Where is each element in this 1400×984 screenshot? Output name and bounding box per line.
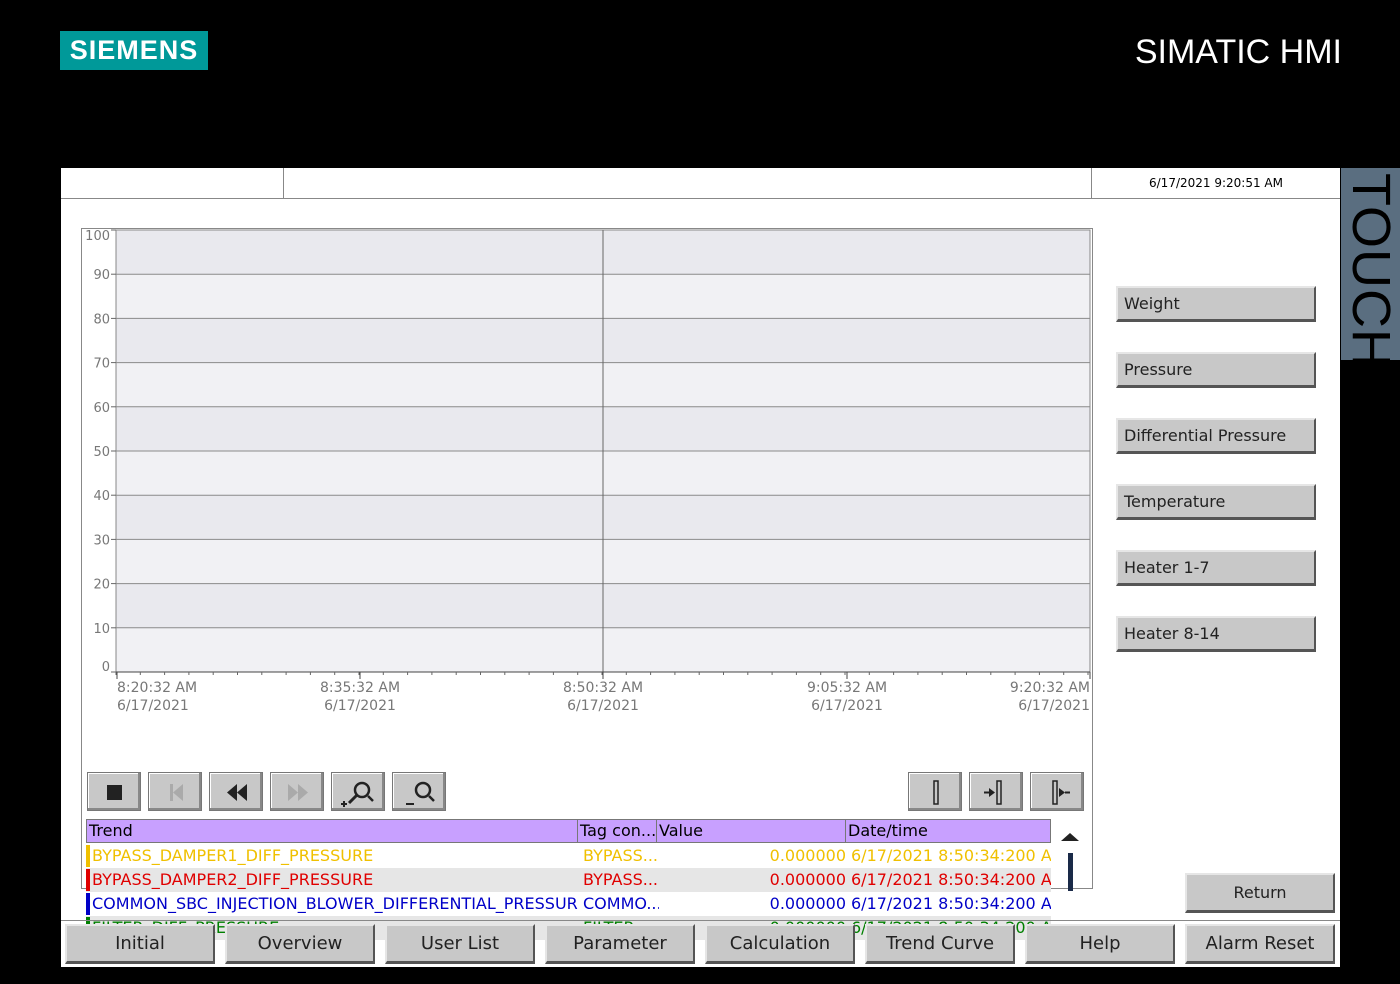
first-button[interactable]	[148, 772, 202, 811]
legend-row[interactable]: BYPASS_DAMPER1_DIFF_PRESSURE BYPASS... 0.0…	[86, 844, 1051, 868]
x-tick-time-label: 9:05:32 AM	[807, 680, 887, 696]
legend-header-trend[interactable]: Trend	[86, 819, 578, 843]
stop-icon	[107, 785, 122, 800]
heater-8-14-button[interactable]: Heater 8-14	[1116, 616, 1316, 652]
y-tick-label: 30	[93, 533, 110, 548]
zoom-out-button[interactable]	[392, 772, 446, 811]
weight-button[interactable]: Weight	[1116, 286, 1316, 322]
y-tick-label: 80	[93, 312, 110, 327]
legend-trend-name: BYPASS_DAMPER1_DIFF_PRESSURE	[92, 846, 374, 865]
legend-header-datetime[interactable]: Date/time	[845, 819, 1051, 843]
nav-parameter-button[interactable]: Parameter	[545, 924, 695, 964]
nav-help-button[interactable]: Help	[1025, 924, 1175, 964]
header-datetime: 6/17/2021 9:20:51 AM	[1149, 176, 1283, 190]
x-tick-date-label: 6/17/2021	[117, 698, 189, 714]
y-tick-label: 40	[93, 489, 110, 504]
x-tick-date-label: 6/17/2021	[324, 698, 396, 714]
temperature-button[interactable]: Temperature	[1116, 484, 1316, 520]
legend-header-value[interactable]: Value	[656, 819, 846, 843]
forward-icon	[288, 784, 308, 801]
trend-chart[interactable]: 10090807060504030201008:20:32 AM6/17/202…	[82, 229, 1092, 769]
hmi-screen: 6/17/2021 9:20:51 AM 100 90 80 70 60 50 40 30 20…	[61, 168, 1340, 967]
ruler-icon	[933, 780, 939, 805]
ruler-right-button[interactable]	[1030, 772, 1084, 811]
forward-button[interactable]	[270, 772, 324, 811]
zoom-out-icon	[406, 781, 435, 805]
x-tick-time-label: 8:20:32 AM	[117, 680, 197, 696]
legend-header-tag[interactable]: Tag con...	[577, 819, 657, 843]
legend-color-swatch	[86, 893, 90, 915]
legend-datetime: 6/17/2021 8:50:34:200 AM	[851, 894, 1051, 913]
heater-1-7-button[interactable]: Heater 1-7	[1116, 550, 1316, 586]
scroll-up-icon[interactable]	[1061, 833, 1079, 841]
legend-datetime: 6/17/2021 8:50:34:200 AM	[851, 870, 1051, 889]
header-cell-2	[284, 168, 1092, 198]
y-tick-label: 50	[93, 445, 110, 460]
touch-side-label: TOUCH	[1341, 168, 1400, 370]
ruler-button[interactable]	[908, 772, 962, 811]
product-title: SIMATIC HMI	[1134, 33, 1342, 71]
zoom-in-icon	[341, 781, 374, 807]
ruler-right-icon	[1052, 780, 1070, 805]
legend-tag-connection: BYPASS...	[583, 846, 659, 865]
legend-tag-connection: BYPASS...	[583, 870, 659, 889]
zoom-in-button[interactable]	[331, 772, 385, 811]
header-bar: 6/17/2021 9:20:51 AM	[61, 168, 1340, 199]
legend-color-swatch	[86, 869, 90, 891]
y-tick-label: 10	[93, 622, 110, 637]
legend-trend-name: BYPASS_DAMPER2_DIFF_PRESSURE	[92, 870, 374, 889]
y-tick-label: 20	[93, 578, 110, 593]
x-tick-date-label: 6/17/2021	[811, 698, 883, 714]
siemens-logo: SIEMENS	[60, 31, 208, 70]
legend-row[interactable]: BYPASS_DAMPER2_DIFF_PRESSURE BYPASS... 0.0…	[86, 868, 1051, 892]
nav-user-list-button[interactable]: User List	[385, 924, 535, 964]
nav-initial-button[interactable]: Initial	[65, 924, 215, 964]
x-tick-date-label: 6/17/2021	[1018, 698, 1090, 714]
legend-trend-name: COMMON_SBC_INJECTION_BLOWER_DIFFERENTIAL…	[92, 894, 578, 913]
first-icon	[170, 784, 183, 801]
y-tick-label: 100	[85, 229, 110, 244]
x-tick-date-label: 6/17/2021	[567, 698, 639, 714]
pressure-button[interactable]: Pressure	[1116, 352, 1316, 388]
rewind-icon	[227, 784, 247, 801]
stop-button[interactable]	[87, 772, 141, 811]
legend-value: 0.000000	[769, 894, 846, 913]
rewind-button[interactable]	[209, 772, 263, 811]
scroll-thumb[interactable]	[1068, 853, 1073, 891]
ruler-left-icon	[984, 780, 1002, 805]
x-tick-time-label: 9:20:32 AM	[1010, 680, 1090, 696]
trend-view: 100 90 80 70 60 50 40 30 20 10 0 8:20:32 AM 6/17/202…	[81, 228, 1093, 940]
nav-calculation-button[interactable]: Calculation	[705, 924, 855, 964]
nav-overview-button[interactable]: Overview	[225, 924, 375, 964]
legend-datetime: 6/17/2021 8:50:34:200 AM	[851, 846, 1051, 865]
y-tick-label: 60	[93, 401, 110, 416]
header-cell-1	[61, 168, 284, 198]
legend-row[interactable]: COMMON_SBC_INJECTION_BLOWER_DIFFERENTIAL…	[86, 892, 1051, 916]
legend-value: 0.000000	[769, 846, 846, 865]
nav-alarm-reset-button[interactable]: Alarm Reset	[1185, 924, 1335, 964]
nav-trend-curve-button[interactable]: Trend Curve	[865, 924, 1015, 964]
x-tick-time-label: 8:35:32 AM	[320, 680, 400, 696]
x-tick-time-label: 8:50:32 AM	[563, 680, 643, 696]
nav-separator	[61, 920, 1340, 921]
differential-pressure-button[interactable]: Differential Pressure	[1116, 418, 1316, 454]
return-button[interactable]: Return	[1185, 873, 1335, 913]
y-tick-label: 0	[102, 660, 110, 675]
y-tick-label: 70	[93, 357, 110, 372]
y-tick-label: 90	[93, 268, 110, 283]
ruler-left-button[interactable]	[969, 772, 1023, 811]
touch-text: TOUCH	[1341, 173, 1400, 370]
legend-tag-connection: COMMO...	[583, 894, 659, 913]
legend-value: 0.000000	[769, 870, 846, 889]
legend-color-swatch	[86, 845, 90, 867]
